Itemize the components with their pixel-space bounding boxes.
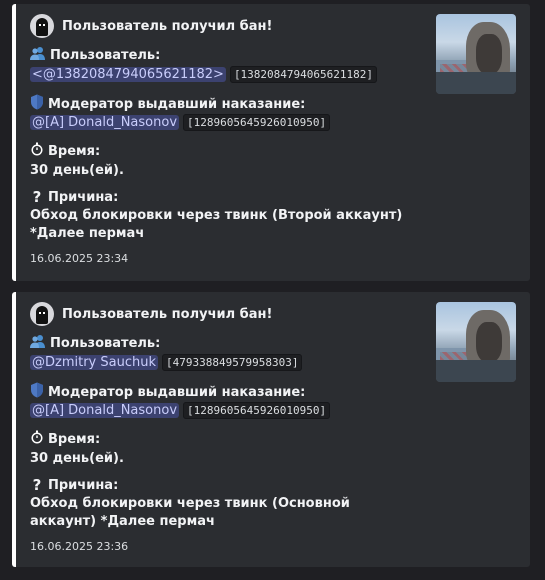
question-mark-icon: ? xyxy=(32,188,42,206)
field-moderator-value: @[A] Donald_Nasonov [1289605645926010950] xyxy=(30,402,331,419)
field-reason-value: Обход блокировки через твинк (Второй акк… xyxy=(30,208,403,241)
stopwatch-icon xyxy=(30,430,44,448)
field-reason-label: ? Причина: xyxy=(30,188,119,206)
user-mention[interactable]: <@1382084794065621182> xyxy=(30,67,226,82)
field-time-label: Время: xyxy=(30,142,100,160)
moderator-mention[interactable]: @[A] Donald_Nasonov xyxy=(30,403,180,418)
busts-in-silhouette-icon xyxy=(30,46,46,64)
field-user-label: Пользователь: xyxy=(30,334,160,352)
author-avatar[interactable] xyxy=(30,14,54,38)
embed-thumbnail[interactable] xyxy=(436,14,516,94)
field-moderator-value: @[A] Donald_Nasonov [1289605645926010950] xyxy=(30,114,331,131)
moderator-mention[interactable]: @[A] Donald_Nasonov xyxy=(30,115,180,130)
shield-icon xyxy=(30,94,44,114)
author-name: Пользователь получил бан! xyxy=(62,306,273,322)
embed-author: Пользователь получил бан! xyxy=(30,302,272,326)
embed-timestamp: 16.06.2025 23:34 xyxy=(30,252,129,265)
field-moderator-label: Модератор выдавший наказание: xyxy=(30,94,305,114)
embed-author: Пользователь получил бан! xyxy=(30,14,272,38)
field-moderator-label: Модератор выдавший наказание: xyxy=(30,382,305,402)
ban-embed-1: Пользователь получил бан! Пользователь: … xyxy=(12,4,530,281)
shield-icon xyxy=(30,382,44,402)
field-user-value: @Dzmitry Sauchuk [479338849579958303] xyxy=(30,354,303,371)
ban-embed-2: Пользователь получил бан! Пользователь: … xyxy=(12,292,530,567)
user-mention[interactable]: @Dzmitry Sauchuk xyxy=(30,355,158,370)
busts-in-silhouette-icon xyxy=(30,334,46,352)
moderator-id-code: [1289605645926010950] xyxy=(183,402,331,419)
moderator-id-code: [1289605645926010950] xyxy=(183,114,331,131)
user-id-code: [1382084794065621182] xyxy=(229,66,378,83)
field-time-value: 30 день(ей). xyxy=(30,163,124,178)
question-mark-icon: ? xyxy=(32,476,42,494)
embed-thumbnail[interactable] xyxy=(436,302,516,382)
author-name: Пользователь получил бан! xyxy=(62,18,273,34)
embed-timestamp: 16.06.2025 23:36 xyxy=(30,540,129,553)
stopwatch-icon xyxy=(30,142,44,160)
field-reason-label: ? Причина: xyxy=(30,476,119,494)
field-user-value: <@1382084794065621182> [13820847940656211… xyxy=(30,66,378,83)
field-time-value: 30 день(ей). xyxy=(30,451,124,466)
field-reason-value: Обход блокировки через твинк (Основной а… xyxy=(30,496,350,529)
field-user-label: Пользователь: xyxy=(30,46,160,64)
field-time-label: Время: xyxy=(30,430,100,448)
author-avatar[interactable] xyxy=(30,302,54,326)
user-id-code: [479338849579958303] xyxy=(162,354,303,371)
